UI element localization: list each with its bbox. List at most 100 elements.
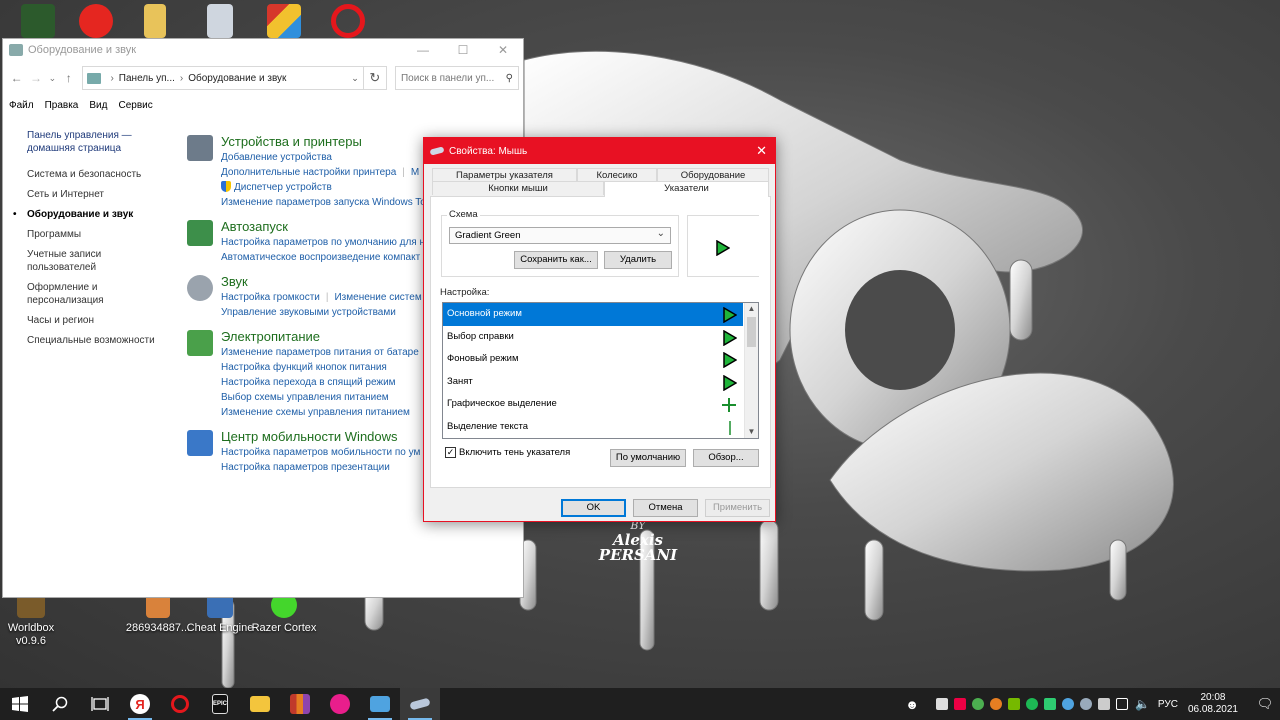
volume-tray-icon[interactable]: 🔈 — [1135, 697, 1150, 711]
sidebar-item-appearance[interactable]: Оформление и персонализация — [27, 281, 167, 307]
bluetooth-tray-icon[interactable] — [1061, 698, 1074, 710]
menu-file[interactable]: Файл — [9, 100, 34, 111]
taskbar-control-panel[interactable] — [360, 688, 400, 720]
taskbar-file-explorer[interactable] — [240, 688, 280, 720]
start-button[interactable] — [0, 688, 40, 720]
list-item[interactable]: Фоновый режим — [443, 348, 743, 371]
link-sleep[interactable]: Настройка перехода в спящий режим — [221, 377, 396, 388]
close-button[interactable]: ✕ — [483, 39, 523, 61]
cursor-list[interactable]: Основной режим Выбор справки Фоновый реж… — [442, 302, 759, 439]
input-language-indicator[interactable]: РУС — [1158, 699, 1178, 710]
scheme-dropdown[interactable]: Gradient Green ⌄ — [449, 227, 671, 244]
link-windows-startup[interactable]: Изменение параметров запуска Windows To — [221, 197, 426, 208]
link-system-sounds[interactable]: Изменение систем — [334, 292, 421, 303]
sidebar-item-hardware-sound[interactable]: Оборудование и звук — [13, 208, 167, 221]
breadcrumb-current[interactable]: Оборудование и звук — [188, 73, 286, 84]
network-tray-icon[interactable] — [1115, 698, 1128, 710]
epic-tray-icon[interactable] — [935, 698, 948, 710]
link-truncated[interactable]: М — [411, 167, 419, 178]
close-icon[interactable]: ✕ — [756, 143, 767, 159]
taskbar-epic-games[interactable]: EPIC — [200, 688, 240, 720]
tab-pointer-options[interactable]: Параметры указателя — [432, 168, 577, 182]
desktop-icon-razer-cortex[interactable]: Razer Cortex — [246, 592, 322, 635]
task-view-button[interactable] — [80, 688, 120, 720]
up-arrow-icon[interactable]: ↑ — [59, 71, 78, 85]
link-add-device[interactable]: Добавление устройства — [221, 152, 332, 163]
use-default-button[interactable]: По умолчанию — [610, 449, 686, 467]
sidebar-item-home[interactable]: Панель управления — домашняя страница — [27, 129, 167, 155]
menu-tools[interactable]: Сервис — [118, 100, 152, 111]
list-scrollbar[interactable]: ▲ ▼ — [744, 303, 758, 438]
forward-arrow-icon[interactable]: → — [26, 71, 45, 85]
address-bar[interactable]: › Панель уп... › Оборудование и звук ⌄ — [82, 66, 364, 90]
link-autoplay-cd[interactable]: Автоматическое воспроизведение компакт — [221, 252, 420, 263]
link-battery-settings[interactable]: Изменение параметров питания от батаре — [221, 347, 419, 358]
recent-chevron-icon[interactable]: ⌄ — [46, 73, 60, 84]
list-item[interactable]: Выделение текста — [443, 416, 743, 439]
menu-view[interactable]: Вид — [89, 100, 107, 111]
sidebar-item-network[interactable]: Сеть и Интернет — [27, 188, 167, 201]
link-edit-power-plan[interactable]: Изменение схемы управления питанием — [221, 407, 410, 418]
tab-wheel[interactable]: Колесико — [577, 168, 657, 182]
search-input[interactable]: Поиск в панели уп... ⚲ — [394, 66, 519, 90]
link-presentation-settings[interactable]: Настройка параметров презентации — [221, 462, 390, 473]
taskbar-yandex[interactable]: Я — [120, 688, 160, 720]
list-item[interactable]: Основной режим — [443, 303, 743, 326]
maximize-button[interactable]: ☐ — [443, 39, 483, 61]
link-autoplay-defaults[interactable]: Настройка параметров по умолчанию для н — [221, 237, 425, 248]
browse-button[interactable]: Обзор... — [693, 449, 759, 467]
refresh-button[interactable]: ↻ — [363, 66, 387, 90]
green-tray-icon[interactable] — [1043, 698, 1056, 710]
steam-tray-icon[interactable] — [1079, 698, 1092, 710]
link-device-manager[interactable]: Диспетчер устройств — [234, 182, 332, 193]
desktop-icon-opera[interactable] — [310, 4, 386, 42]
menu-edit[interactable]: Правка — [45, 100, 79, 111]
control-panel-titlebar[interactable]: Оборудование и звук — ☐ ✕ — [3, 39, 523, 61]
nvidia-tray-icon[interactable] — [1007, 698, 1020, 710]
taskbar-opera[interactable] — [160, 688, 200, 720]
link-volume[interactable]: Настройка громкости — [221, 292, 320, 303]
list-item[interactable]: Выбор справки — [443, 326, 743, 349]
scroll-up-icon[interactable]: ▲ — [745, 303, 758, 315]
scroll-down-icon[interactable]: ▼ — [745, 426, 758, 438]
list-item[interactable]: Занят — [443, 371, 743, 394]
checkbox-checked-icon[interactable]: ✓ — [445, 447, 456, 458]
link-power-plan[interactable]: Выбор схемы управления питанием — [221, 392, 389, 403]
tab-pointers[interactable]: Указатели — [604, 181, 769, 197]
taskbar-app-grid[interactable] — [280, 688, 320, 720]
list-item[interactable]: Графическое выделение — [443, 393, 743, 416]
disk-tray-icon[interactable] — [989, 698, 1002, 710]
taskbar-mouse-properties[interactable] — [400, 688, 440, 720]
link-audio-devices[interactable]: Управление звуковыми устройствами — [221, 307, 396, 318]
search-button[interactable] — [40, 688, 80, 720]
apply-button[interactable]: Применить — [705, 499, 770, 517]
address-dropdown-icon[interactable]: ⌄ — [351, 73, 359, 84]
minimize-button[interactable]: — — [403, 39, 443, 61]
link-mobility-settings[interactable]: Настройка параметров мобильности по ум — [221, 447, 420, 458]
save-as-button[interactable]: Сохранить как... — [514, 251, 598, 269]
pointer-shadow-checkbox[interactable]: ✓ Включить тень указателя — [445, 447, 570, 458]
sidebar-item-accessibility[interactable]: Специальные возможности — [27, 334, 167, 347]
sidebar-item-system-security[interactable]: Система и безопасность — [27, 168, 167, 181]
sidebar-item-user-accounts[interactable]: Учетные записи пользователей — [27, 248, 167, 274]
taskbar-dolphin[interactable] — [320, 688, 360, 720]
spotify-tray-icon[interactable] — [1025, 698, 1038, 710]
link-power-buttons[interactable]: Настройка функций кнопок питания — [221, 362, 387, 373]
desktop-icon-worldbox[interactable]: Worldbox v0.9.6 — [0, 592, 69, 648]
sidebar-item-clock-region[interactable]: Часы и регион — [27, 314, 167, 327]
cancel-button[interactable]: Отмена — [633, 499, 698, 517]
link-printer-settings[interactable]: Дополнительные настройки принтера — [221, 167, 396, 178]
chrome-tray-icon[interactable] — [971, 698, 984, 710]
clock[interactable]: 20:08 06.08.2021 — [1188, 692, 1238, 716]
media-tray-icon[interactable] — [953, 698, 966, 710]
delete-button[interactable]: Удалить — [604, 251, 672, 269]
scroll-thumb[interactable] — [747, 317, 756, 347]
back-arrow-icon[interactable]: ← — [7, 71, 26, 85]
breadcrumb-root[interactable]: Панель уп... — [119, 73, 175, 84]
sidebar-item-programs[interactable]: Программы — [27, 228, 167, 241]
tools-tray-icon[interactable] — [1097, 698, 1110, 710]
ok-button[interactable]: OK — [561, 499, 626, 517]
notifications-icon[interactable]: 🗨 — [1250, 696, 1280, 712]
tab-buttons[interactable]: Кнопки мыши — [432, 181, 604, 195]
people-icon[interactable]: ☻ — [905, 697, 919, 712]
